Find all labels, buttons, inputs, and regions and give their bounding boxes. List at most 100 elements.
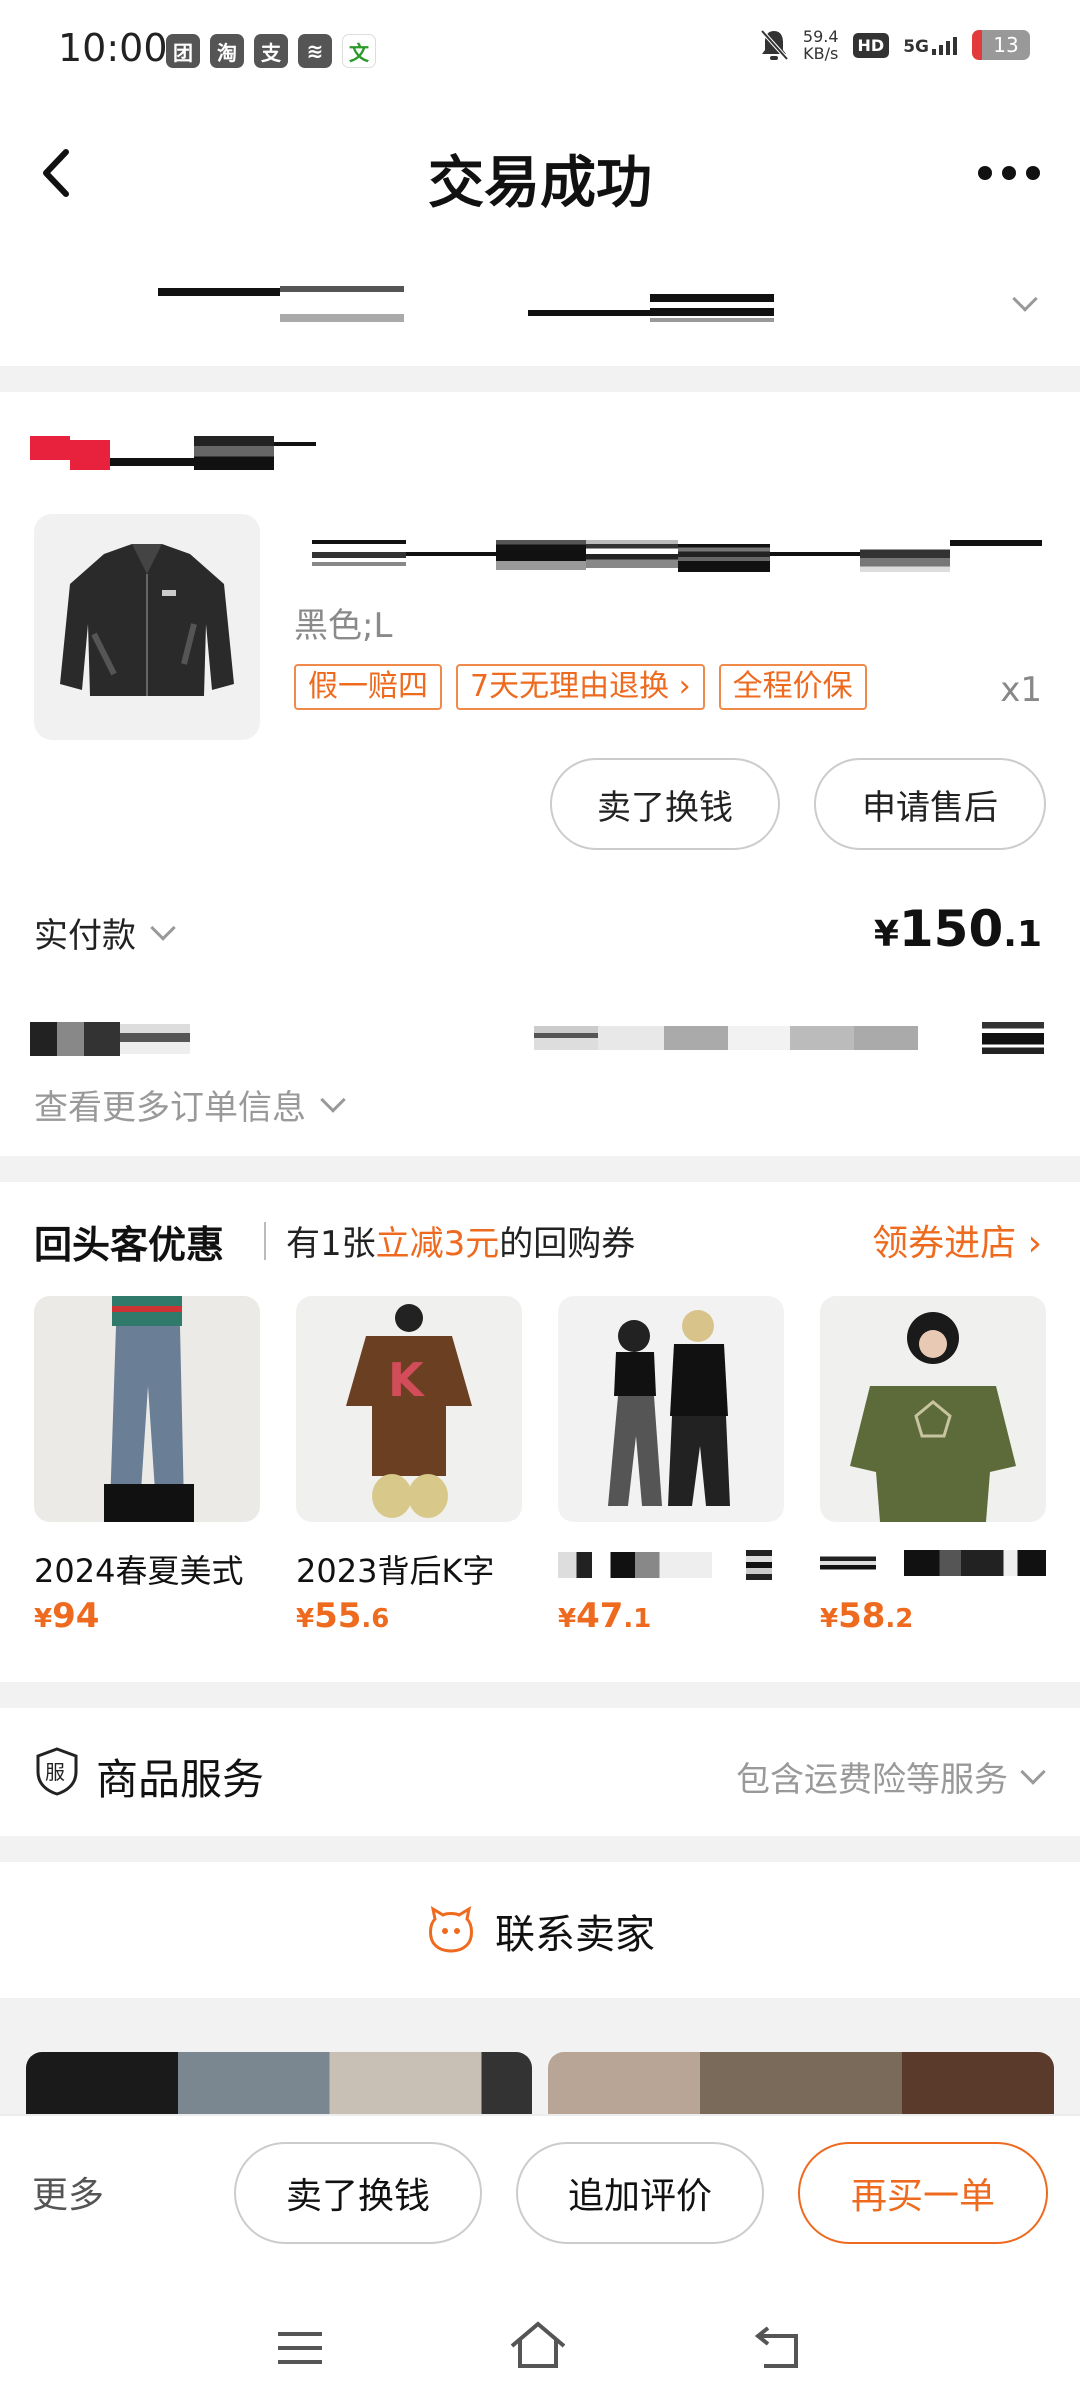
bottom-action-bar: 更多 卖了换钱 追加评价 再买一单 bbox=[0, 2114, 1080, 2282]
product-image bbox=[558, 1296, 784, 1522]
product-title-redacted bbox=[586, 540, 678, 568]
paid-amount: ¥150.1 bbox=[874, 900, 1042, 958]
currency-symbol: ¥ bbox=[296, 1604, 315, 1634]
speed-value: 59.4 bbox=[802, 27, 839, 46]
item-name-redacted bbox=[558, 1546, 784, 1586]
item-name-redacted bbox=[820, 1546, 1046, 1586]
status-indicators: 59.4 KB/s HD 5G 13 bbox=[759, 28, 1030, 62]
sell-for-cash-button[interactable]: 卖了换钱 bbox=[550, 758, 780, 850]
shoe-app-icon: ≋ bbox=[298, 34, 332, 68]
taobao-app-icon: 淘 bbox=[210, 34, 244, 68]
speed-unit: KB/s bbox=[803, 44, 839, 63]
recommend-item[interactable]: K 2023背后K字 ¥55.6 bbox=[296, 1296, 522, 1636]
chevron-down-icon bbox=[320, 1086, 346, 1113]
order-number-redacted bbox=[534, 1026, 598, 1050]
seller-chat-icon bbox=[429, 1905, 473, 1953]
price-integer: 47 bbox=[576, 1596, 624, 1636]
page-header: 交易成功 bbox=[0, 100, 1080, 244]
recommend-item[interactable]: 2024春夏美式 ¥94 bbox=[34, 1296, 260, 1636]
currency-symbol: ¥ bbox=[873, 914, 899, 955]
chevron-down-icon bbox=[1020, 1758, 1046, 1785]
tag-7day-return[interactable]: 7天无理由退换 › bbox=[456, 664, 705, 710]
order-number-redacted bbox=[120, 1024, 190, 1054]
network-speed: 59.4 KB/s bbox=[803, 28, 839, 62]
contact-seller-label: 联系卖家 bbox=[495, 1912, 655, 1958]
redacted-text bbox=[528, 310, 650, 316]
paid-amount-toggle[interactable]: 实付款 bbox=[34, 908, 176, 957]
status-time: 10:00 bbox=[58, 26, 168, 70]
coupon-description: 有1张立减3元的回购券 bbox=[286, 1216, 635, 1265]
more-button[interactable]: 更多 bbox=[32, 2166, 104, 2218]
service-detail[interactable]: 包含运费险等服务 bbox=[736, 1752, 1046, 1801]
network-type: 5G bbox=[903, 37, 929, 57]
svg-text:K: K bbox=[388, 1353, 426, 1407]
mute-bell-icon bbox=[760, 29, 789, 61]
product-title-redacted bbox=[312, 540, 406, 544]
redacted-text bbox=[650, 294, 774, 302]
product-title-redacted bbox=[496, 540, 586, 570]
status-bar: 10:00 团 淘 支 ≋ 文 59.4 KB/s HD 5G 13 bbox=[0, 0, 1080, 100]
product-image bbox=[34, 1296, 260, 1522]
shop-name-redacted bbox=[110, 458, 194, 466]
product-image[interactable] bbox=[34, 514, 260, 740]
menu-icon[interactable] bbox=[276, 2328, 324, 2368]
chevron-down-icon bbox=[1012, 286, 1038, 312]
shop-name-redacted bbox=[274, 442, 316, 446]
divider bbox=[264, 1222, 266, 1260]
home-icon[interactable] bbox=[508, 2320, 568, 2370]
product-title-redacted bbox=[678, 544, 770, 572]
paid-label: 实付款 bbox=[34, 916, 136, 956]
order-number-redacted bbox=[854, 1026, 918, 1050]
service-detail-label: 包含运费险等服务 bbox=[736, 1760, 1008, 1800]
service-tags: 假一赔四 7天无理由退换 › 全程价保 bbox=[294, 664, 867, 710]
text-app-icon: 文 bbox=[342, 34, 376, 68]
currency-symbol: ¥ bbox=[34, 1604, 53, 1634]
shop-logo-redacted bbox=[70, 440, 110, 470]
coupon-desc-prefix: 有1张 bbox=[286, 1224, 376, 1264]
add-review-button[interactable]: 追加评价 bbox=[516, 2142, 764, 2244]
currency-symbol: ¥ bbox=[820, 1604, 839, 1634]
price-integer: 94 bbox=[52, 1596, 100, 1636]
redacted-text bbox=[280, 314, 404, 322]
redacted-text bbox=[158, 288, 280, 296]
shop-name-redacted bbox=[194, 436, 274, 470]
product-spec: 黑色;L bbox=[294, 606, 393, 646]
price-integer: 55 bbox=[314, 1596, 362, 1636]
product-title-redacted bbox=[770, 552, 860, 556]
get-coupon-link[interactable]: 领券进店 › bbox=[872, 1214, 1042, 1266]
tag-fake-compensation[interactable]: 假一赔四 bbox=[294, 664, 442, 710]
service-shield-icon: 服 bbox=[36, 1747, 78, 1796]
item-name: 2024春夏美式 bbox=[34, 1552, 244, 1590]
product-image bbox=[820, 1296, 1046, 1522]
redacted-text bbox=[904, 1550, 1046, 1576]
amount-integer: 150 bbox=[898, 900, 1004, 958]
redacted-text bbox=[558, 1552, 712, 1578]
tag-price-protection[interactable]: 全程价保 bbox=[718, 664, 867, 710]
recommend-item[interactable]: ¥58.2 bbox=[820, 1296, 1046, 1636]
signal-icon bbox=[932, 37, 957, 55]
hd-badge: HD bbox=[852, 32, 890, 58]
recommend-item[interactable]: ¥47.1 bbox=[558, 1296, 784, 1636]
buy-again-button[interactable]: 再买一单 bbox=[798, 2142, 1048, 2244]
coupon-desc-suffix: 的回购券 bbox=[499, 1224, 636, 1264]
price-integer: 58 bbox=[838, 1596, 886, 1636]
item-price: ¥55.6 bbox=[296, 1596, 522, 1636]
signal-5g: 5G bbox=[903, 35, 958, 57]
sell-for-cash-button[interactable]: 卖了换钱 bbox=[234, 2142, 482, 2244]
contact-seller-button[interactable]: 联系卖家 bbox=[0, 1902, 1080, 1960]
item-name: 2023背后K字 bbox=[296, 1552, 495, 1590]
after-sale-button[interactable]: 申请售后 bbox=[814, 758, 1046, 850]
notification-icons: 团 淘 支 ≋ 文 bbox=[166, 34, 376, 68]
coupon-highlight: 立减3元 bbox=[375, 1224, 500, 1264]
more-order-info-link[interactable]: 查看更多订单信息 bbox=[34, 1080, 346, 1129]
order-number-redacted bbox=[728, 1026, 790, 1050]
logistics-section[interactable] bbox=[0, 244, 1080, 366]
back-nav-icon[interactable] bbox=[754, 2324, 804, 2370]
page-title: 交易成功 bbox=[428, 151, 652, 216]
service-title: 商品服务 bbox=[96, 1755, 265, 1804]
alipay-app-icon: 支 bbox=[254, 34, 288, 68]
tag-7day-return-label: 7天无理由退换 bbox=[470, 669, 670, 704]
service-icon-char: 服 bbox=[45, 1760, 65, 1784]
order-number-redacted bbox=[598, 1026, 664, 1050]
more-options-icon[interactable] bbox=[978, 166, 1040, 180]
